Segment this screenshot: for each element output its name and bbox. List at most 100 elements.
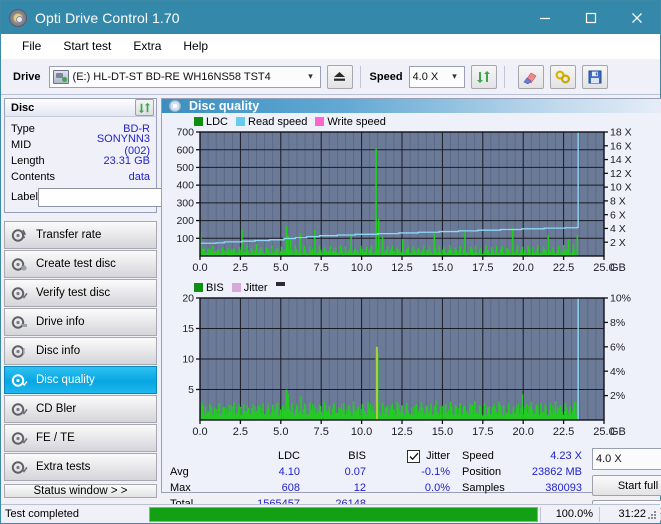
page-title: Disc quality: [189, 99, 260, 113]
sidebar-item-create-test-disc[interactable]: Create test disc: [4, 250, 157, 278]
charts-container: LDC Read speed Write speed 100 200 300 400 5…: [162, 113, 661, 442]
menu-item-file[interactable]: File: [11, 37, 52, 55]
minimize-icon[interactable]: [522, 1, 568, 34]
legend-swatch-ldc: [194, 117, 203, 126]
menu-item-start-test[interactable]: Start test: [52, 37, 122, 55]
svg-text:10: 10: [182, 354, 194, 366]
svg-text:15.0: 15.0: [432, 262, 453, 274]
disc-row-key: MID: [11, 139, 32, 151]
eject-button[interactable]: [326, 64, 353, 89]
disc-row-value: 23.31 GB: [103, 155, 150, 167]
position-value: 23862 MB: [531, 466, 582, 478]
svg-text:15: 15: [182, 323, 194, 335]
stat-header-bis: BIS: [348, 450, 366, 462]
extra-tests-icon: [11, 460, 28, 475]
svg-text:10.0: 10.0: [351, 262, 372, 274]
content-area: Disc Type BD-R MID SONYNN3 (002) Length …: [1, 95, 661, 521]
sidebar: Disc Type BD-R MID SONYNN3 (002) Length …: [4, 98, 240, 498]
sidebar-item-extra-tests[interactable]: Extra tests: [4, 453, 157, 481]
svg-text:18 X: 18 X: [610, 128, 632, 139]
svg-text:2%: 2%: [610, 390, 625, 402]
sidebar-item-label: Disc quality: [36, 374, 95, 386]
resize-grip-icon[interactable]: [646, 509, 658, 521]
optical-drive-icon: [52, 69, 69, 84]
create-test-disc-icon: [11, 257, 28, 272]
sidebar-item-verify-test-disc[interactable]: Verify test disc: [4, 279, 157, 307]
stat-ldc-avg: 4.10: [278, 466, 300, 478]
toolbar-divider: [359, 65, 361, 88]
transfer-rate-icon: [11, 228, 28, 243]
erase-button[interactable]: [517, 64, 544, 89]
disc-panel-title: Disc: [11, 101, 35, 114]
svg-text:600: 600: [176, 144, 194, 156]
cd-bler-icon: [11, 402, 28, 417]
drive-label: Drive: [13, 70, 41, 83]
disc-label-key: Label: [11, 191, 38, 203]
legend-swatch-read-speed: [236, 117, 246, 126]
drive-select[interactable]: (E:) HL-DT-ST BD-RE WH16NS58 TST4 ▾: [48, 65, 321, 88]
jitter-checkbox[interactable]: [407, 449, 421, 463]
svg-text:4%: 4%: [610, 366, 625, 378]
test-speed-select[interactable]: 4.0 X ▾: [592, 448, 661, 470]
speed-select[interactable]: 4.0 X ▾: [408, 65, 465, 88]
sidebar-item-drive-info[interactable]: Drive info: [4, 308, 157, 336]
svg-text:12.5: 12.5: [391, 262, 412, 274]
sidebar-item-label: Verify test disc: [36, 287, 111, 299]
jitter-checkbox-cell[interactable]: Jitter: [366, 449, 456, 463]
svg-text:500: 500: [176, 162, 194, 174]
svg-text:14 X: 14 X: [610, 154, 632, 166]
save-button[interactable]: [581, 64, 608, 89]
stat-ldc-max: 608: [281, 482, 300, 494]
sidebar-item-label: CD Bler: [36, 403, 77, 415]
disc-row-key: Type: [11, 123, 35, 135]
close-icon[interactable]: [614, 1, 660, 34]
tools-button[interactable]: [549, 64, 576, 89]
nav-list: Transfer rate Create test disc Verify te…: [4, 221, 157, 482]
stat-jitter-max: 0.0%: [424, 482, 450, 494]
drive-info-icon: [11, 315, 28, 330]
svg-text:10.0: 10.0: [351, 426, 372, 438]
refresh-button[interactable]: [470, 64, 497, 89]
status-window-button[interactable]: Status window > >: [4, 484, 157, 498]
disc-label-row: Label: [11, 187, 240, 207]
maximize-icon[interactable]: [568, 1, 614, 34]
verify-test-disc-icon: [11, 286, 28, 301]
chevron-down-icon: ▾: [308, 71, 313, 81]
samples-value: 380093: [545, 482, 582, 494]
menu-item-extra[interactable]: Extra: [122, 37, 172, 55]
legend-label-ldc: LDC: [206, 115, 229, 128]
svg-text:17.5: 17.5: [472, 426, 493, 438]
bis-chart-svg: 5 10 15 20 2% 4% 6% 8% 10% 0.0 2.5 5.0 7.5 10.0 12.5 15…: [182, 294, 631, 438]
svg-text:6 X: 6 X: [610, 209, 626, 221]
sidebar-item-fe-te[interactable]: FE / TE: [4, 424, 157, 452]
svg-text:16 X: 16 X: [610, 140, 632, 152]
stat-jitter-avg: -0.1%: [421, 466, 450, 478]
window-title: Opti Drive Control 1.70: [35, 9, 180, 26]
start-full-button[interactable]: Start full: [592, 475, 661, 496]
sidebar-item-cd-bler[interactable]: CD Bler: [4, 395, 157, 423]
svg-text:0.0: 0.0: [192, 426, 207, 438]
svg-text:7.5: 7.5: [314, 426, 329, 438]
sidebar-item-transfer-rate[interactable]: Transfer rate: [4, 221, 157, 249]
svg-text:7.5: 7.5: [314, 262, 329, 274]
svg-text:8 X: 8 X: [610, 195, 626, 207]
application-window: Opti Drive Control 1.70 File Start test …: [0, 0, 661, 524]
progress-percent: 100.0%: [555, 508, 593, 520]
svg-text:12.5: 12.5: [391, 426, 412, 438]
svg-text:100: 100: [176, 233, 194, 245]
sidebar-item-disc-quality[interactable]: Disc quality: [4, 366, 157, 394]
samples-row-label: Samples: [462, 482, 505, 494]
disc-refresh-button[interactable]: [135, 99, 154, 116]
sidebar-item-disc-info[interactable]: Disc info: [4, 337, 157, 365]
disc-info-icon: [11, 344, 28, 359]
menu-item-help[interactable]: Help: [172, 37, 219, 55]
svg-text:2.5: 2.5: [233, 262, 248, 274]
statistics-row-avg: Avg 4.10 0.07 -0.1%: [170, 464, 462, 480]
ldc-chart: 100 200 300 400 500 600 700 2 X 4 X 6 X 8 X 10 X 12 …: [166, 128, 661, 278]
test-speed-value: 4.0 X: [596, 453, 622, 465]
svg-text:200: 200: [176, 215, 194, 227]
statistics-header-row: LDC BIS Jitter: [170, 448, 462, 464]
position-row-label: Position: [462, 466, 502, 478]
sidebar-item-label: Transfer rate: [36, 229, 102, 241]
fe-te-icon: [11, 431, 28, 446]
